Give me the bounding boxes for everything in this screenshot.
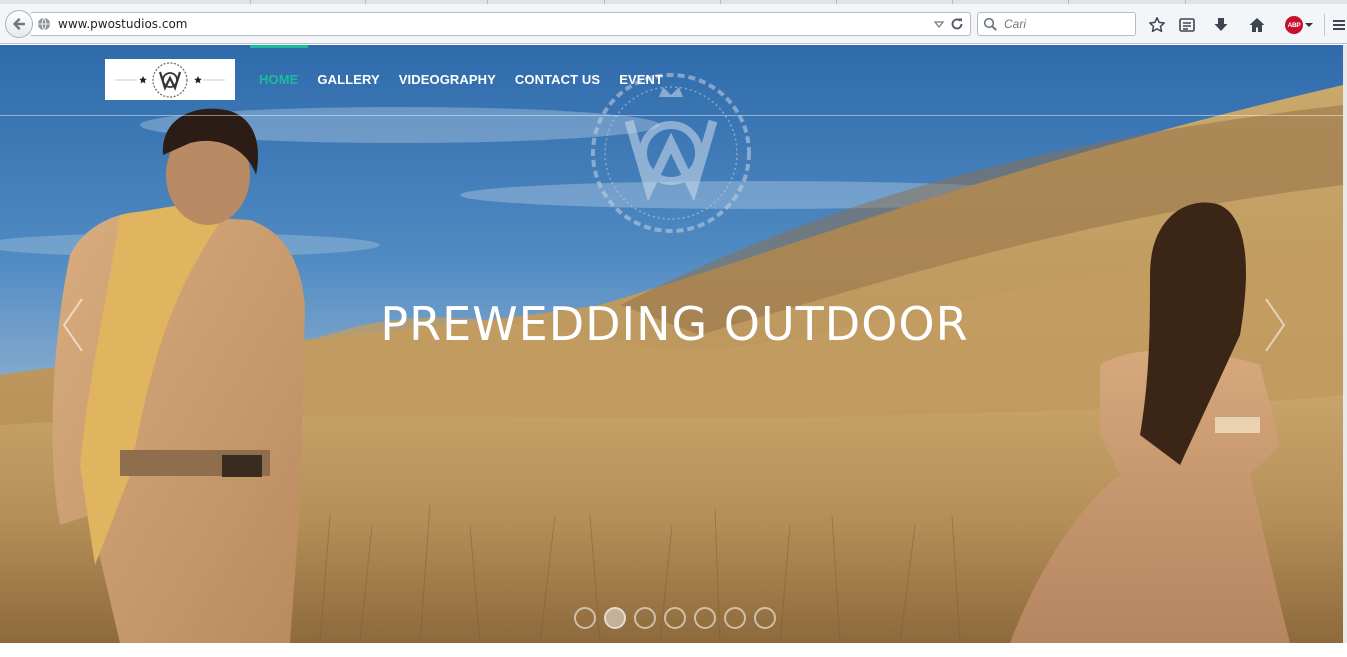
page-bottom-strip [0,643,1347,657]
site-logo[interactable] [105,59,235,100]
page-scrollbar[interactable] [1343,45,1347,643]
download-button[interactable] [1210,14,1232,36]
search-bar[interactable]: Cari [977,12,1136,36]
hero-headline: PREWEDDING OUTDOOR [380,297,969,351]
nav-event[interactable]: EVENT [619,72,663,87]
reading-list-icon [1179,18,1195,32]
globe-icon [38,17,50,31]
slider-next-arrow-icon[interactable] [1260,295,1290,355]
slider-dot[interactable] [724,607,746,629]
slider-dot[interactable] [694,607,716,629]
nav-home[interactable]: HOME [259,72,298,87]
nav-divider [0,115,1343,116]
home-icon [1249,18,1265,32]
url-dropdown-icon[interactable] [932,16,946,32]
back-icon [13,18,26,30]
adblock-button[interactable]: ABP [1283,14,1305,36]
menu-button[interactable] [1330,14,1347,36]
adblock-icon: ABP [1285,16,1303,34]
adblock-dropdown-icon[interactable] [1305,23,1313,27]
url-text[interactable]: www.pwostudios.com [58,17,187,31]
nav-active-indicator [250,45,308,48]
slider-dot[interactable] [574,607,596,629]
toolbar-separator [1324,14,1325,36]
hero-slider: HOME GALLERY VIDEOGRAPHY CONTACT US EVEN… [0,45,1343,643]
slider-dot[interactable] [604,607,626,629]
reading-list-button[interactable] [1176,14,1198,36]
pwo-logo-icon [115,61,225,98]
address-bar[interactable]: www.pwostudios.com [31,12,971,36]
nav-videography[interactable]: VIDEOGRAPHY [399,72,496,87]
slider-dot[interactable] [754,607,776,629]
browser-toolbar: www.pwostudios.com Cari ABP [0,4,1347,44]
search-placeholder[interactable]: Cari [1004,17,1026,31]
reload-icon[interactable] [949,16,965,32]
nav-contact-us[interactable]: CONTACT US [515,72,600,87]
bookmark-star-icon [1149,17,1165,33]
slider-dot[interactable] [634,607,656,629]
home-button[interactable] [1246,14,1268,36]
back-button[interactable] [5,10,33,38]
slider-prev-arrow-icon[interactable] [58,295,88,355]
main-nav: HOME GALLERY VIDEOGRAPHY CONTACT US EVEN… [259,72,682,87]
download-icon [1214,18,1228,31]
nav-gallery[interactable]: GALLERY [317,72,379,87]
menu-icon [1332,20,1345,30]
slider-dot[interactable] [664,607,686,629]
slider-pagination [574,607,776,629]
bookmark-star-button[interactable] [1146,14,1168,36]
search-icon [983,17,997,31]
